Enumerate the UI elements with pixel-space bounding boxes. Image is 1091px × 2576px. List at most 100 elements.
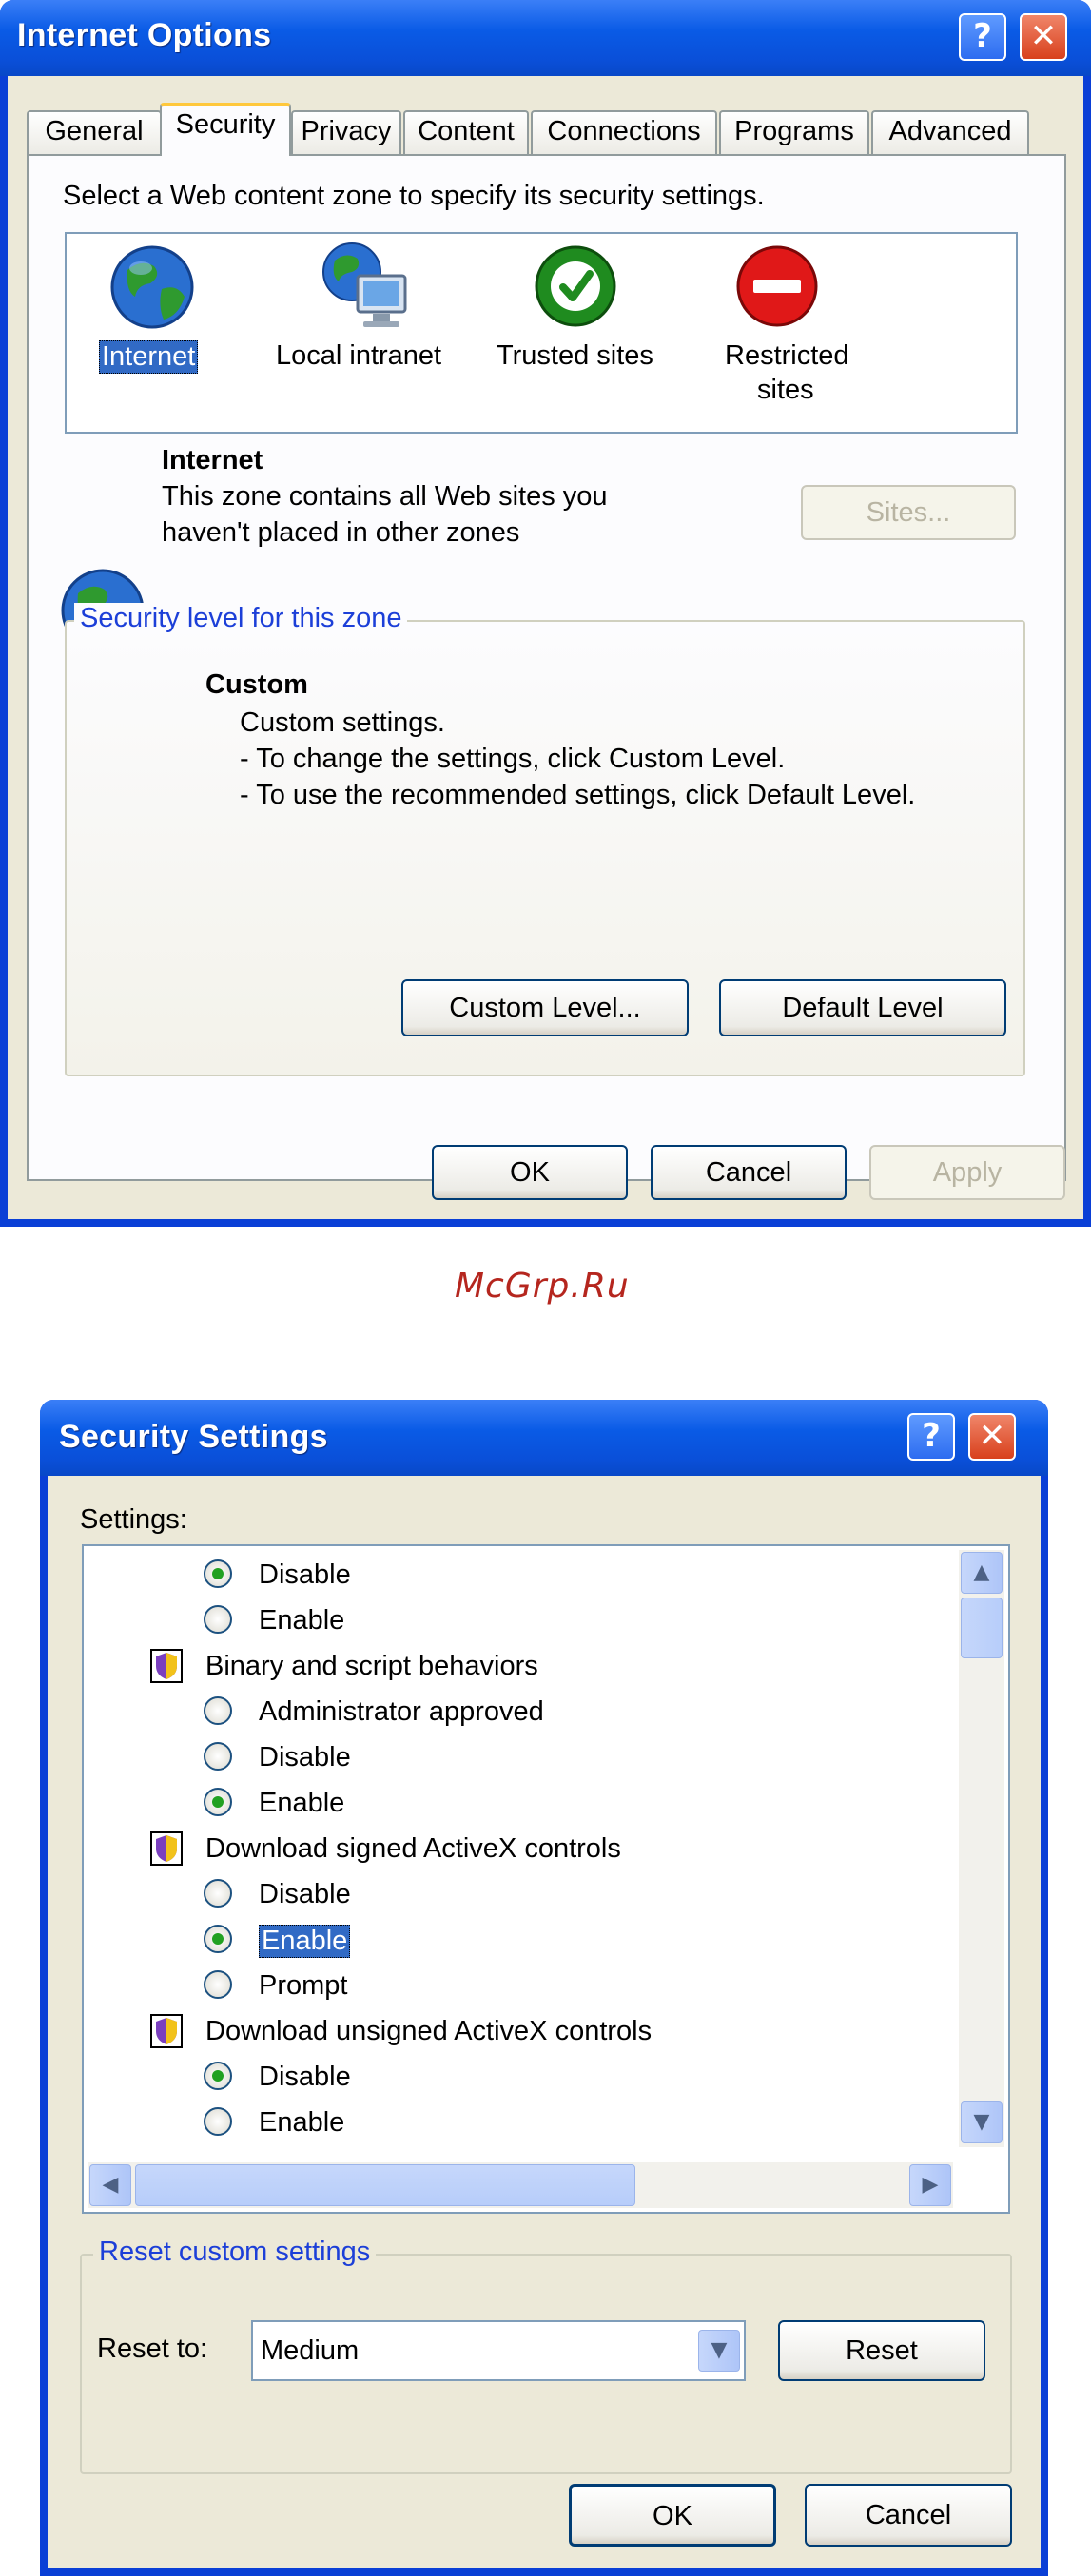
green-check-icon bbox=[535, 245, 616, 327]
zone-item-trusted-sites[interactable]: Trusted sites bbox=[485, 240, 675, 420]
zone-instruction: Select a Web content zone to specify its… bbox=[63, 181, 765, 211]
tab-security[interactable]: Security bbox=[160, 103, 291, 156]
internet-options-window: Internet Options ? ✕ General Security Pr… bbox=[0, 0, 1091, 1227]
settings-option-row[interactable]: Disable bbox=[84, 1734, 940, 1780]
sites-button[interactable]: Sites... bbox=[801, 485, 1016, 540]
radio-label: Disable bbox=[259, 1879, 351, 1909]
settings-option-row[interactable]: Prompt bbox=[84, 1963, 940, 2008]
apply-button[interactable]: Apply bbox=[869, 1145, 1065, 1200]
watermark-text: McGrp.Ru bbox=[455, 1267, 630, 1306]
reset-to-value: Medium bbox=[261, 2335, 360, 2366]
reset-button[interactable]: Reset bbox=[778, 2320, 985, 2381]
tab-privacy[interactable]: Privacy bbox=[291, 110, 401, 154]
tab-connections[interactable]: Connections bbox=[531, 110, 717, 154]
ok-button[interactable]: OK bbox=[569, 2484, 776, 2547]
radio-button[interactable] bbox=[204, 2062, 232, 2090]
settings-category-row: Download unsigned ActiveX controls bbox=[84, 2008, 940, 2054]
scroll-thumb[interactable] bbox=[135, 2164, 635, 2206]
settings-option-row[interactable]: Administrator approved bbox=[84, 1689, 940, 1734]
window-title: Security Settings bbox=[59, 1419, 328, 1455]
tab-label: Security bbox=[175, 109, 276, 140]
tab-label: General bbox=[45, 116, 144, 146]
settings-option-row[interactable]: Disable bbox=[84, 2054, 940, 2100]
button-label: Cancel bbox=[705, 1157, 792, 1188]
scroll-up-button[interactable]: ▲ bbox=[961, 1552, 1003, 1594]
tab-programs[interactable]: Programs bbox=[719, 110, 869, 154]
settings-option-row[interactable]: Enable bbox=[84, 2100, 940, 2145]
radio-button[interactable] bbox=[204, 1742, 232, 1771]
settings-option-row[interactable]: Enable bbox=[84, 1917, 940, 1963]
zone-item-internet[interactable]: Internet bbox=[86, 240, 219, 420]
tab-advanced[interactable]: Advanced bbox=[871, 110, 1029, 154]
cancel-button[interactable]: Cancel bbox=[651, 1145, 847, 1200]
close-button[interactable]: ✕ bbox=[968, 1413, 1016, 1461]
window-title: Internet Options bbox=[17, 17, 272, 53]
radio-label: Enable bbox=[259, 1605, 345, 1636]
horizontal-scrollbar[interactable]: ◀ ▶ bbox=[88, 2162, 953, 2208]
button-label: Sites... bbox=[866, 497, 951, 528]
globe-icon bbox=[110, 245, 194, 329]
settings-option-row[interactable]: Disable bbox=[84, 1871, 940, 1917]
button-label: Custom Level... bbox=[449, 993, 641, 1023]
radio-button[interactable] bbox=[204, 1970, 232, 1999]
level-line: Custom settings. bbox=[240, 707, 445, 738]
radio-button[interactable] bbox=[204, 1696, 232, 1725]
zone-description-line2: haven't placed in other zones bbox=[162, 517, 520, 548]
tab-label: Privacy bbox=[301, 116, 392, 146]
zone-label-local-intranet: Local intranet bbox=[276, 340, 442, 371]
radio-button[interactable] bbox=[204, 1925, 232, 1953]
button-label: Cancel bbox=[865, 2500, 952, 2530]
custom-level-button[interactable]: Custom Level... bbox=[401, 979, 689, 1036]
reset-group-label: Reset custom settings bbox=[93, 2237, 377, 2268]
button-label: Reset bbox=[846, 2335, 918, 2366]
zone-item-local-intranet[interactable]: Local intranet bbox=[276, 240, 466, 420]
reset-to-dropdown[interactable]: Medium ▼ bbox=[251, 2320, 746, 2381]
radio-button[interactable] bbox=[204, 1879, 232, 1908]
reset-to-label: Reset to: bbox=[97, 2334, 208, 2364]
settings-list[interactable]: Disable Enable Binary and script behaviors… bbox=[82, 1544, 1010, 2214]
title-bar[interactable]: Security Settings ? ✕ bbox=[40, 1400, 1048, 1476]
zone-item-restricted-sites[interactable]: Restricted sites bbox=[694, 240, 885, 420]
radio-button[interactable] bbox=[204, 2107, 232, 2136]
zone-list[interactable]: Internet Local intranet Trusted sites Re… bbox=[65, 232, 1018, 434]
settings-category-icon bbox=[150, 2014, 183, 2048]
settings-category-label: Binary and script behaviors bbox=[205, 1651, 538, 1681]
scroll-down-button[interactable]: ▼ bbox=[961, 2101, 1003, 2143]
help-button[interactable]: ? bbox=[959, 13, 1006, 61]
tab-general[interactable]: General bbox=[27, 110, 162, 154]
radio-label: Disable bbox=[259, 1742, 351, 1772]
vertical-scrollbar[interactable]: ▲ ▼ bbox=[959, 1550, 1004, 2147]
no-entry-icon bbox=[736, 245, 818, 327]
tab-content[interactable]: Content bbox=[403, 110, 529, 154]
close-button[interactable]: ✕ bbox=[1020, 13, 1067, 61]
settings-option-row[interactable]: Enable bbox=[84, 1780, 940, 1826]
radio-button[interactable] bbox=[204, 1788, 232, 1816]
settings-option-row[interactable]: Enable bbox=[84, 1598, 940, 1643]
title-bar[interactable]: Internet Options ? ✕ bbox=[0, 0, 1091, 76]
tab-label: Connections bbox=[547, 116, 701, 146]
scroll-thumb[interactable] bbox=[961, 1598, 1003, 1658]
scroll-left-button[interactable]: ◀ bbox=[89, 2164, 131, 2206]
radio-label: Prompt bbox=[259, 1970, 348, 2001]
button-label: Apply bbox=[932, 1157, 1003, 1188]
default-level-button[interactable]: Default Level bbox=[719, 979, 1006, 1036]
radio-button[interactable] bbox=[204, 1605, 232, 1634]
cancel-button[interactable]: Cancel bbox=[805, 2484, 1012, 2547]
button-label: Default Level bbox=[782, 993, 944, 1023]
radio-label: Enable bbox=[259, 1925, 351, 1958]
settings-option-row[interactable]: Disable bbox=[84, 1552, 940, 1598]
radio-label: Administrator approved bbox=[259, 1696, 544, 1727]
settings-category-icon bbox=[150, 1831, 183, 1866]
zone-description-line1: This zone contains all Web sites you bbox=[162, 481, 608, 512]
settings-tree: Disable Enable Binary and script behaviors… bbox=[84, 1546, 949, 2145]
help-button[interactable]: ? bbox=[907, 1413, 955, 1461]
settings-category-icon bbox=[150, 1649, 183, 1683]
tab-label: Advanced bbox=[888, 116, 1012, 146]
ok-button[interactable]: OK bbox=[432, 1145, 628, 1200]
radio-button[interactable] bbox=[204, 1559, 232, 1588]
radio-label: Disable bbox=[259, 2062, 351, 2092]
chevron-down-icon[interactable]: ▼ bbox=[698, 2330, 740, 2372]
scroll-right-button[interactable]: ▶ bbox=[909, 2164, 951, 2206]
security-level-label: Security level for this zone bbox=[74, 603, 408, 634]
settings-label: Settings: bbox=[80, 1504, 187, 1535]
